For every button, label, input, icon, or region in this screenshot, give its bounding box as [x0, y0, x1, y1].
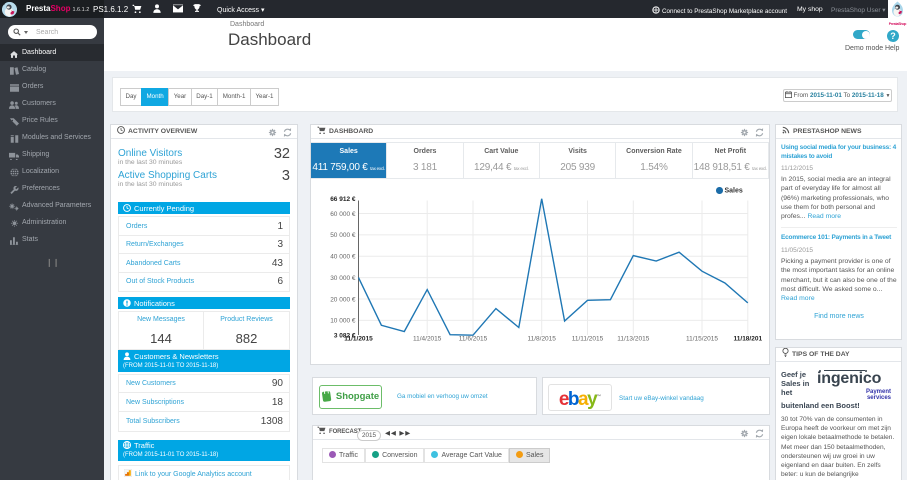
svg-text:30 000 €: 30 000 €: [330, 275, 356, 282]
svg-text:11/8/2015: 11/8/2015: [527, 336, 556, 343]
svg-text:11/13/2015: 11/13/2015: [617, 336, 649, 343]
svg-text:11/18/201: 11/18/201: [734, 336, 763, 343]
svg-text:40 000 €: 40 000 €: [330, 254, 356, 261]
svg-text:20 000 €: 20 000 €: [330, 296, 356, 303]
svg-text:11/1/2015: 11/1/2015: [344, 336, 373, 343]
svg-text:10 000 €: 10 000 €: [330, 318, 356, 325]
svg-text:11/15/2015: 11/15/2015: [686, 336, 718, 343]
svg-text:11/6/2015: 11/6/2015: [459, 336, 488, 343]
svg-text:11/4/2015: 11/4/2015: [413, 336, 442, 343]
svg-text:60 000 €: 60 000 €: [330, 211, 356, 218]
svg-text:50 000 €: 50 000 €: [330, 232, 356, 239]
svg-text:66 912 €: 66 912 €: [330, 196, 356, 203]
svg-text:11/11/2015: 11/11/2015: [572, 336, 604, 343]
